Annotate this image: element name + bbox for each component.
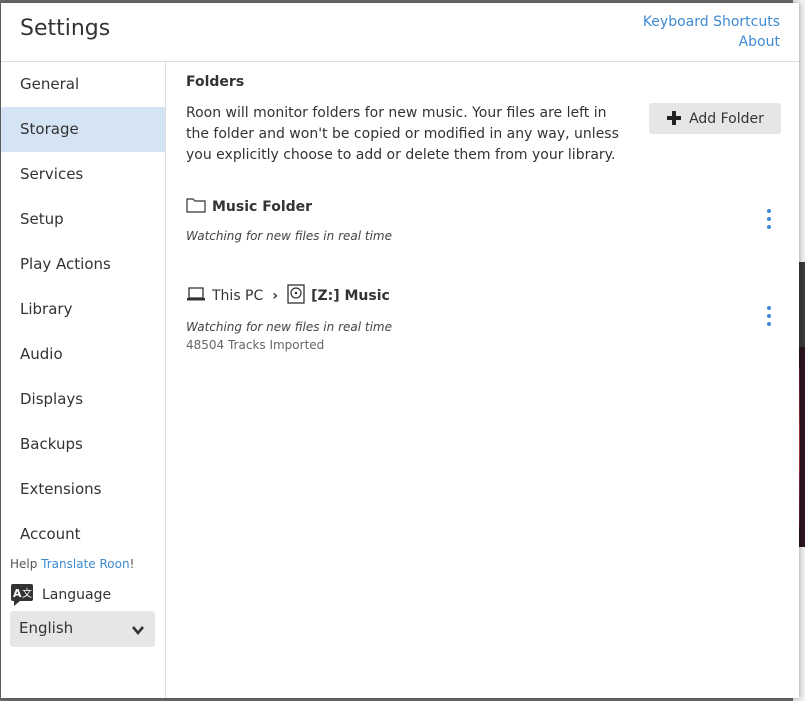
translate-roon-link[interactable]: Translate Roon <box>41 557 129 571</box>
laptop-icon <box>186 286 206 306</box>
help-translate: Help Translate Roon! <box>10 557 134 571</box>
language-value: English <box>19 619 74 637</box>
folder-path: This PC › [Z:] Music <box>186 284 781 308</box>
chevron-down-icon <box>131 622 145 640</box>
sidebar-item-services[interactable]: Services <box>1 152 165 197</box>
folder-status: Watching for new files in real time <box>186 320 392 334</box>
plus-icon <box>666 109 682 129</box>
dialog-header: Settings Keyboard Shortcuts About <box>1 3 799 62</box>
sidebar-item-storage[interactable]: Storage <box>1 107 165 152</box>
folder-item: This PC › [Z:] Music Watching for new fi… <box>186 284 781 352</box>
folder-name: [Z:] Music <box>311 288 390 304</box>
language-label: Language <box>42 587 112 603</box>
language-select[interactable]: English <box>10 611 155 647</box>
section-description: Roon will monitor folders for new music.… <box>186 105 619 163</box>
section-title: Folders <box>186 74 245 90</box>
folder-status: Watching for new files in real time <box>186 229 392 243</box>
svg-text:A: A <box>13 587 22 600</box>
sidebar-item-library[interactable]: Library <box>1 287 165 332</box>
settings-sidebar: General Storage Services Setup Play Acti… <box>1 62 166 698</box>
sidebar-item-backups[interactable]: Backups <box>1 422 165 467</box>
header-links: Keyboard Shortcuts About <box>643 12 780 52</box>
language-row: A 文 Language <box>10 583 111 607</box>
folder-icon <box>186 197 206 217</box>
dialog-title: Settings <box>20 16 111 41</box>
add-folder-label: Add Folder <box>689 110 764 127</box>
folder-name: Music Folder <box>212 199 313 215</box>
sidebar-item-setup[interactable]: Setup <box>1 197 165 242</box>
disk-icon <box>287 284 305 308</box>
svg-text:文: 文 <box>22 587 32 600</box>
help-suffix: ! <box>129 557 135 571</box>
add-folder-button[interactable]: Add Folder <box>649 103 781 134</box>
sidebar-item-account[interactable]: Account <box>1 512 165 557</box>
folder-options-icon[interactable] <box>763 209 775 233</box>
settings-dialog: Settings Keyboard Shortcuts About Genera… <box>1 3 799 698</box>
translate-icon: A 文 <box>10 583 34 607</box>
tracks-imported: 48504 Tracks Imported <box>186 338 325 352</box>
sidebar-item-audio[interactable]: Audio <box>1 332 165 377</box>
about-link[interactable]: About <box>643 32 780 52</box>
path-separator: › <box>272 288 279 304</box>
keyboard-shortcuts-link[interactable]: Keyboard Shortcuts <box>643 12 780 32</box>
device-name: This PC <box>212 288 264 304</box>
sidebar-item-extensions[interactable]: Extensions <box>1 467 165 512</box>
folder-options-icon[interactable] <box>763 306 775 330</box>
sidebar-item-play-actions[interactable]: Play Actions <box>1 242 165 287</box>
folder-path: Music Folder <box>186 197 781 217</box>
help-prefix: Help <box>10 557 42 571</box>
folder-item: Music Folder Watching for new files in r… <box>186 197 781 243</box>
sidebar-item-general[interactable]: General <box>1 62 165 107</box>
sidebar-item-displays[interactable]: Displays <box>1 377 165 422</box>
